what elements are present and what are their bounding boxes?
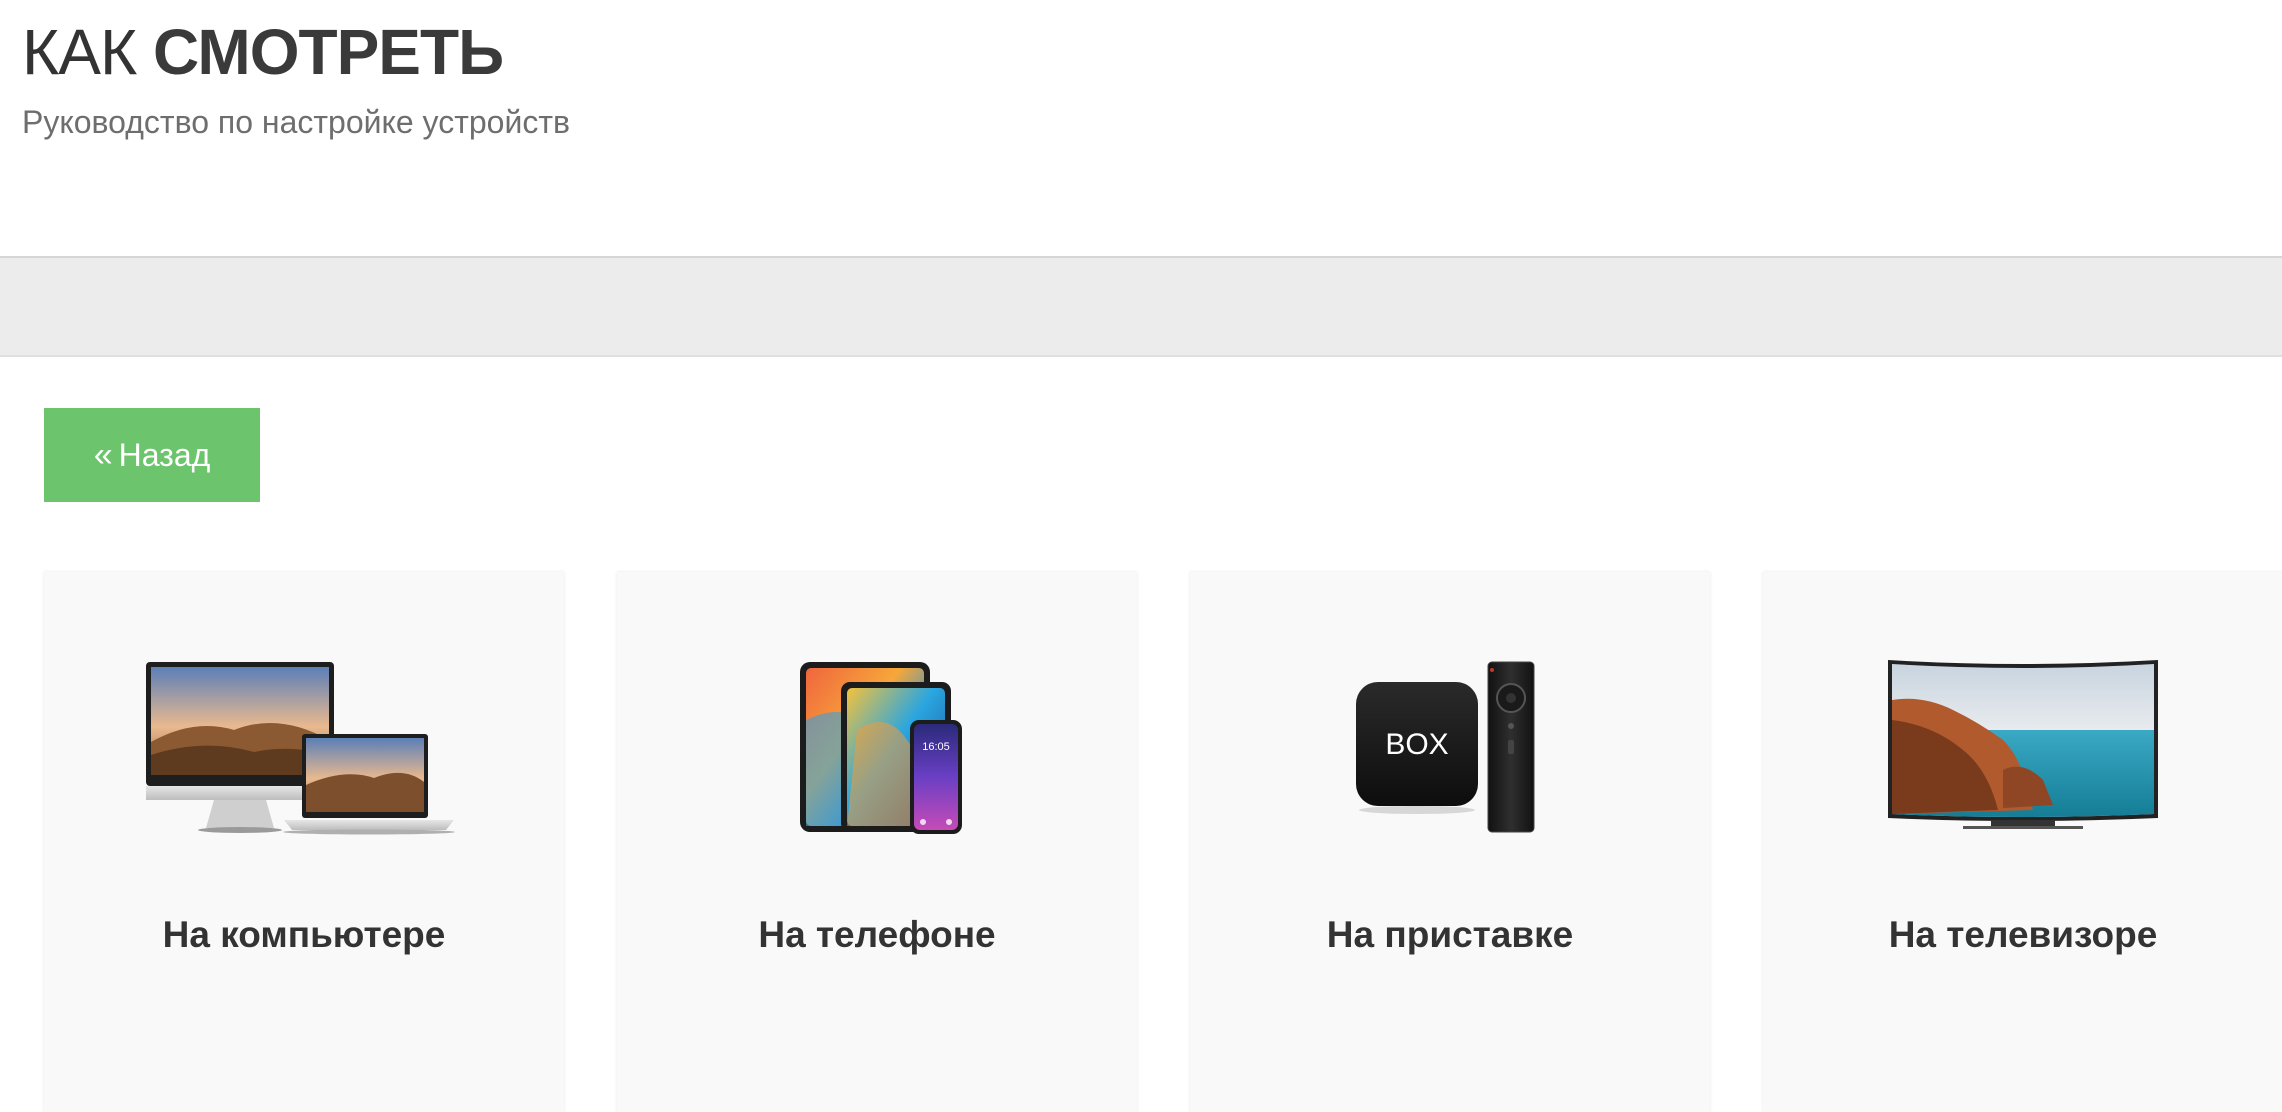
page-title: КАК СМОТРЕТЬ [22, 14, 504, 90]
page-header: КАК СМОТРЕТЬ Руководство по настройке ус… [0, 0, 2282, 258]
device-card-computer[interactable]: На компьютере [44, 572, 564, 1112]
card-label-tvbox: На приставке [1326, 914, 1574, 955]
curved-tv-image [1888, 660, 2158, 829]
breadcrumb-band [0, 258, 2282, 357]
computer-laptop-image [146, 662, 455, 835]
back-button-label: Назад [118, 436, 211, 473]
device-card-tv[interactable]: На телевизоре [1763, 572, 2282, 1112]
tablet-phone-image: 16:05 [800, 662, 962, 834]
phone-clock: 16:05 [922, 741, 950, 753]
card-label-phone: На телефоне [758, 914, 996, 955]
page-title-light: КАК [22, 16, 137, 88]
tv-box-remote-image: BOX [1356, 661, 1535, 833]
page-title-bold: СМОТРЕТЬ [153, 16, 504, 88]
box-label: BOX [1385, 728, 1448, 761]
device-card-phone[interactable]: 16:05 На телефоне [617, 572, 1137, 1112]
card-label-tv: На телевизоре [1888, 914, 2158, 955]
back-button[interactable]: « Назад [44, 408, 260, 502]
card-label-computer: На компьютере [162, 914, 446, 955]
double-chevron-left-icon: « [93, 435, 113, 474]
device-card-tvbox[interactable]: BOX На приставке [1190, 572, 1710, 1112]
page-subtitle: Руководство по настройке устройств [22, 104, 570, 140]
